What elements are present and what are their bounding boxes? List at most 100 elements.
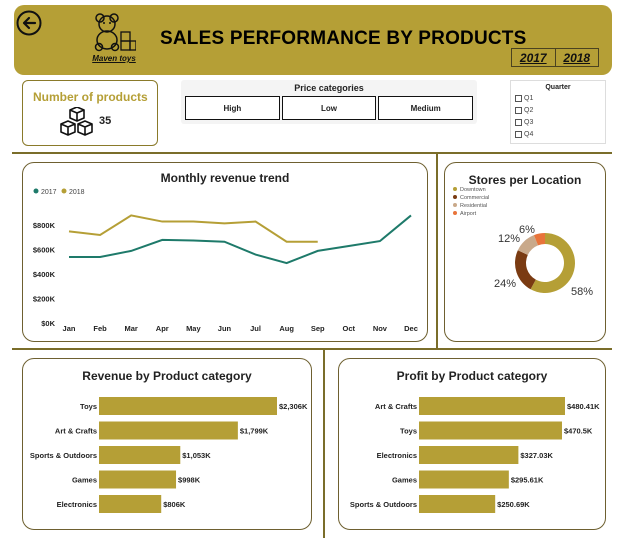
checkbox-icon[interactable] bbox=[515, 131, 522, 138]
quarter-option-q4[interactable]: Q4 bbox=[515, 131, 533, 138]
checkbox-icon[interactable] bbox=[515, 119, 522, 126]
bar-electronics bbox=[99, 495, 162, 513]
quarter-label: Q3 bbox=[524, 119, 534, 126]
category-label: Electronics bbox=[57, 500, 97, 509]
slice-label: 24% bbox=[494, 278, 516, 290]
series-line-2018 bbox=[68, 214, 318, 243]
bar-games bbox=[99, 470, 177, 489]
bar-sports-outdoors bbox=[419, 495, 496, 513]
bar-toys bbox=[419, 421, 562, 440]
x-tick-label: Jan bbox=[63, 324, 76, 333]
revenue-trend-panel: Monthly revenue trend $0K $200K $400K $600K… bbox=[22, 162, 428, 342]
x-tick-label: Sep bbox=[311, 324, 325, 333]
revenue-category-panel: Revenue by Product category Toys $2,306K A… bbox=[22, 358, 312, 530]
quarter-option-q1[interactable]: Q1 bbox=[515, 95, 533, 102]
value-label: $806K bbox=[163, 500, 186, 509]
slice-label: 12% bbox=[498, 233, 520, 245]
quarter-option-q3[interactable]: Q3 bbox=[515, 119, 533, 126]
category-label: Games bbox=[392, 476, 417, 485]
legend-label: Commercial bbox=[460, 195, 489, 201]
year-button-2017[interactable]: 2017 bbox=[512, 49, 555, 66]
value-label: $470.5K bbox=[564, 427, 593, 436]
kpi-value: 35 bbox=[99, 115, 112, 127]
x-tick-label: Jul bbox=[250, 324, 261, 333]
category-label: Toys bbox=[400, 427, 417, 436]
x-tick-label: Nov bbox=[373, 324, 388, 333]
divider-middle bbox=[12, 348, 612, 350]
x-tick-label: Apr bbox=[156, 324, 169, 333]
category-label: Sports & Outdoors bbox=[350, 500, 417, 509]
checkbox-icon[interactable] bbox=[515, 107, 522, 114]
donut-chart: Downtown Commercial Residential Airport 58% 2… bbox=[453, 187, 593, 298]
legend-label: Downtown bbox=[460, 187, 486, 193]
legend-marker bbox=[453, 187, 457, 191]
divider-top bbox=[12, 152, 612, 154]
legend-marker bbox=[453, 211, 457, 215]
bar-toys bbox=[99, 397, 277, 415]
quarter-label: Q2 bbox=[524, 107, 534, 114]
x-tick-label: Dec bbox=[404, 324, 418, 333]
x-tick-label: Mar bbox=[125, 324, 138, 333]
category-label: Games bbox=[72, 476, 97, 485]
value-label: $327.03K bbox=[520, 451, 553, 460]
category-label: Toys bbox=[80, 402, 97, 411]
year-slicer: 2017 2018 bbox=[511, 48, 599, 67]
y-tick-label: $400K bbox=[33, 270, 56, 279]
legend-marker bbox=[61, 188, 67, 194]
legend-label: Residential bbox=[460, 203, 487, 209]
x-tick-label: Jun bbox=[218, 324, 232, 333]
legend-marker bbox=[453, 195, 457, 199]
price-slicer-title: Price categories bbox=[294, 83, 364, 93]
donut-slice-commercial bbox=[515, 250, 536, 290]
kpi-label: Number of products bbox=[33, 90, 148, 104]
category-label: Electronics bbox=[377, 451, 417, 460]
category-label: Sports & Outdoors bbox=[30, 451, 97, 460]
value-label: $998K bbox=[178, 476, 201, 485]
stores-location-panel: Stores per Location Downtown Commercial Re… bbox=[444, 162, 606, 342]
checkbox-icon[interactable] bbox=[515, 95, 522, 102]
price-category-slicer: Price categories High Low Medium bbox=[181, 80, 477, 124]
price-option-medium[interactable]: Medium bbox=[378, 96, 474, 120]
price-option-low[interactable]: Low bbox=[281, 96, 377, 120]
legend-marker bbox=[453, 203, 457, 207]
y-tick-label: $0K bbox=[41, 319, 55, 328]
bar-art-crafts bbox=[99, 421, 238, 440]
x-tick-label: May bbox=[186, 324, 201, 333]
divider-bottom-vertical bbox=[323, 349, 325, 538]
value-label: $250.69K bbox=[497, 500, 530, 509]
bar-games bbox=[419, 470, 509, 489]
slice-label: 6% bbox=[519, 224, 535, 236]
y-tick-label: $600K bbox=[33, 246, 56, 255]
quarter-label: Q1 bbox=[524, 95, 534, 102]
bar-electronics bbox=[419, 446, 519, 464]
products-kpi-card: Number of products 35 bbox=[22, 80, 158, 146]
bar-art-crafts bbox=[419, 397, 565, 415]
legend-marker bbox=[33, 188, 39, 194]
value-label: $2,306K bbox=[279, 402, 308, 411]
divider-middle-vertical bbox=[436, 153, 438, 349]
price-option-high[interactable]: High bbox=[185, 96, 280, 120]
legend-label: 2017 bbox=[41, 189, 57, 196]
x-tick-label: Oct bbox=[343, 324, 356, 333]
category-label: Art & Crafts bbox=[375, 402, 417, 411]
slice-label: 58% bbox=[571, 286, 593, 298]
boxes-icon bbox=[60, 107, 93, 136]
category-label: Art & Crafts bbox=[55, 427, 97, 436]
back-arrow-icon[interactable] bbox=[16, 10, 42, 36]
line-chart: $0K $200K $400K $600K $800K Jan Feb Mar Apr May Ju… bbox=[33, 188, 418, 333]
year-button-2018[interactable]: 2018 bbox=[554, 49, 599, 66]
value-label: $295.61K bbox=[511, 476, 544, 485]
bar-sports-outdoors bbox=[99, 446, 181, 464]
logo-caption: Maven toys bbox=[92, 54, 136, 63]
y-tick-label: $800K bbox=[33, 221, 56, 230]
legend-label: 2018 bbox=[69, 189, 85, 196]
quarter-slicer: Quarter Q1 Q2 Q3 Q4 bbox=[510, 80, 606, 144]
quarter-option-q2[interactable]: Q2 bbox=[515, 107, 533, 114]
profit-category-panel: Profit by Product category Art & Crafts $… bbox=[338, 358, 606, 530]
revenue-bar-chart: Toys $2,306K Art & Crafts $1,799K Sports & O… bbox=[30, 397, 308, 513]
x-tick-label: Aug bbox=[279, 324, 294, 333]
value-label: $1,053K bbox=[182, 451, 211, 460]
teddy-bear-logo-icon bbox=[94, 13, 136, 52]
quarter-label: Q4 bbox=[524, 131, 534, 138]
quarter-slicer-title: Quarter bbox=[545, 84, 571, 91]
